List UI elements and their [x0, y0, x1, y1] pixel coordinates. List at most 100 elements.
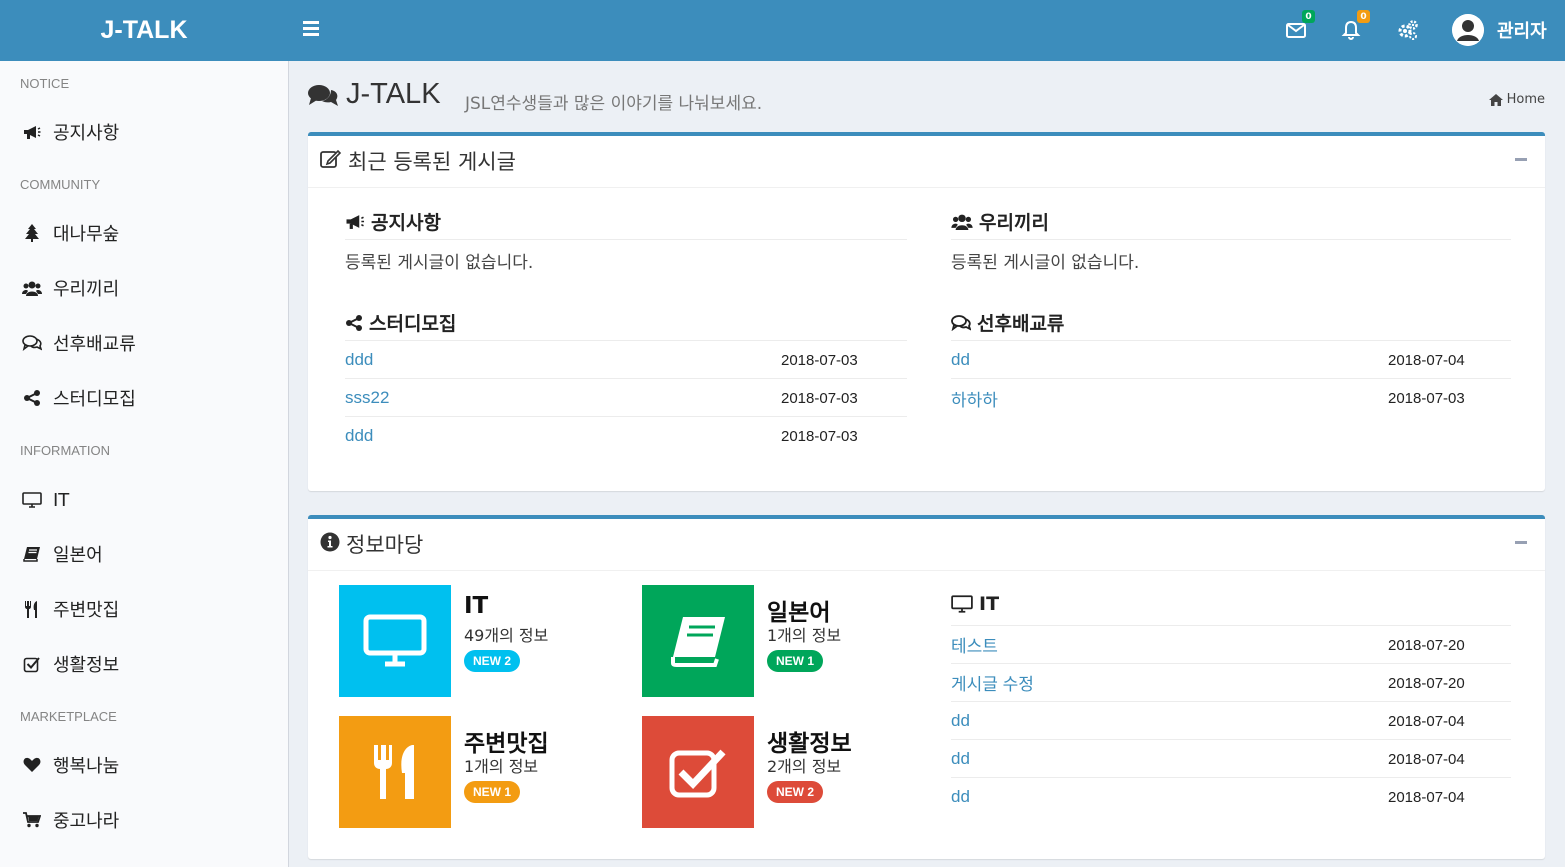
- sidebar-item-label: 생활정보: [53, 655, 120, 676]
- app-logo[interactable]: J-TALK: [0, 0, 288, 61]
- post-link[interactable]: 하하하: [951, 386, 998, 411]
- sidebar-item-study[interactable]: 스터디모집: [0, 376, 288, 420]
- sidebar-header-notice: NOTICE: [20, 76, 70, 91]
- sidebar-item-notice[interactable]: 공지사항: [0, 110, 288, 154]
- sidebar-header-marketplace: MARKETPLACE: [20, 709, 117, 724]
- users-icon: [951, 213, 973, 230]
- sidebar-item-label: 스터디모집: [53, 389, 136, 410]
- comments-icon: [307, 84, 339, 112]
- living-tile-icon[interactable]: [642, 716, 754, 828]
- desktop-icon: [363, 614, 427, 667]
- notifications-button[interactable]: 0: [1340, 10, 1370, 42]
- post-date: 2018-07-03: [781, 428, 858, 445]
- gears-icon: [1398, 20, 1418, 40]
- desktop-icon: [951, 595, 973, 613]
- it-section-title: IT: [951, 593, 999, 615]
- together-section-title: 우리끼리: [951, 208, 1049, 235]
- users-icon: [22, 278, 42, 298]
- sidebar-item-label: IT: [53, 489, 70, 511]
- post-date: 2018-07-20: [1388, 637, 1465, 654]
- box-header: 정보마당: [308, 519, 1545, 571]
- sidebar-item-bamboo[interactable]: 대나무숲: [0, 211, 288, 255]
- it-tile-icon[interactable]: [339, 585, 451, 697]
- post-date: 2018-07-04: [1388, 751, 1465, 768]
- post-link[interactable]: dd: [951, 787, 970, 807]
- divider: [951, 340, 1511, 341]
- cutlery-icon: [374, 745, 414, 799]
- tile-count: 2개의 정보: [767, 757, 842, 776]
- info-circle-icon: [320, 532, 340, 556]
- sidebar-item-it[interactable]: IT: [0, 478, 288, 522]
- sidebar-header-community: COMMUNITY: [20, 177, 101, 192]
- user-menu[interactable]: 관리자: [1452, 13, 1547, 47]
- japanese-tile-icon[interactable]: [642, 585, 754, 697]
- avatar: [1452, 14, 1484, 46]
- menu-bar: [303, 27, 319, 30]
- sidebar-item-together[interactable]: 우리끼리: [0, 266, 288, 310]
- post-link[interactable]: dd: [951, 711, 970, 731]
- share-icon: [345, 314, 363, 332]
- book-icon: [22, 544, 42, 564]
- new-badge: NEW 1: [767, 650, 824, 672]
- post-link[interactable]: 게시글 수정: [951, 670, 1034, 695]
- sidebar-item-living[interactable]: 생활정보: [0, 642, 288, 686]
- messages-button[interactable]: 0: [1285, 10, 1315, 42]
- collapse-button[interactable]: [1515, 541, 1527, 544]
- section-title-text: 스터디모집: [369, 313, 457, 335]
- recent-posts-box: 최근 등록된 게시글 공지사항 등록된 게시글이 없습니다. 우리끼리 등록된 …: [308, 132, 1545, 491]
- post-link[interactable]: ddd: [345, 350, 373, 370]
- post-link[interactable]: dd: [951, 350, 970, 370]
- breadcrumb-home: Home: [1506, 92, 1545, 107]
- post-date: 2018-07-03: [1388, 390, 1465, 407]
- sidebar-item-label: 행복나눔: [53, 756, 120, 777]
- sidebar-item-japanese[interactable]: 일본어: [0, 532, 288, 576]
- comments-icon: [951, 314, 971, 331]
- info-box: 정보마당 IT 49개의 정보 NEW 2 일본어 1개의 정보 NEW 1 주…: [308, 515, 1545, 859]
- post-date: 2018-07-03: [781, 352, 858, 369]
- box-header: 최근 등록된 게시글: [308, 136, 1545, 188]
- sidebar-item-label: 중고나라: [53, 811, 120, 832]
- section-title-text: IT: [979, 593, 1000, 615]
- sidebar-toggle-button[interactable]: [303, 18, 327, 42]
- username: 관리자: [1497, 21, 1547, 42]
- page-subtitle: JSL연수생들과 많은 이야기를 나눠보세요.: [465, 94, 763, 114]
- breadcrumb[interactable]: Home: [1488, 92, 1545, 107]
- post-link[interactable]: dd: [951, 749, 970, 769]
- divider: [951, 239, 1511, 240]
- sidebar-item-mentor[interactable]: 선후배교류: [0, 321, 288, 365]
- restaurants-tile-icon[interactable]: [339, 716, 451, 828]
- heart-icon: [22, 755, 42, 775]
- sidebar-header-information: INFORMATION: [20, 443, 111, 458]
- divider: [951, 625, 1511, 626]
- sidebar-item-label: 공지사항: [53, 123, 120, 144]
- divider: [345, 239, 907, 240]
- top-navbar: J-TALK 0 0 관리자: [0, 0, 1565, 61]
- sidebar-item-label: 주변맛집: [53, 600, 120, 621]
- collapse-button[interactable]: [1515, 158, 1527, 161]
- divider: [345, 340, 907, 341]
- notice-empty-message: 등록된 게시글이 없습니다.: [345, 253, 534, 273]
- divider: [345, 378, 907, 379]
- section-title-text: 공지사항: [371, 212, 441, 234]
- post-date: 2018-07-04: [1388, 713, 1465, 730]
- sidebar-item-secondhand[interactable]: 중고나라: [0, 798, 288, 842]
- section-title-text: 우리끼리: [979, 212, 1049, 234]
- bullhorn-icon: [345, 213, 365, 230]
- together-empty-message: 등록된 게시글이 없습니다.: [951, 253, 1140, 273]
- sidebar-item-label: 선후배교류: [53, 334, 136, 355]
- book-icon: [671, 617, 725, 667]
- share-icon: [22, 388, 42, 408]
- check-square-icon: [669, 749, 726, 798]
- divider: [951, 739, 1511, 740]
- post-link[interactable]: sss22: [345, 388, 389, 408]
- menu-bar: [303, 33, 319, 36]
- sidebar-item-sharing[interactable]: 행복나눔: [0, 743, 288, 787]
- divider: [345, 416, 907, 417]
- sidebar-item-restaurants[interactable]: 주변맛집: [0, 587, 288, 631]
- post-date: 2018-07-04: [1388, 352, 1465, 369]
- post-link[interactable]: 테스트: [951, 632, 998, 657]
- mentor-section-title: 선후배교류: [951, 309, 1064, 336]
- check-square-icon: [22, 654, 42, 674]
- post-link[interactable]: ddd: [345, 426, 373, 446]
- settings-button[interactable]: [1396, 16, 1422, 42]
